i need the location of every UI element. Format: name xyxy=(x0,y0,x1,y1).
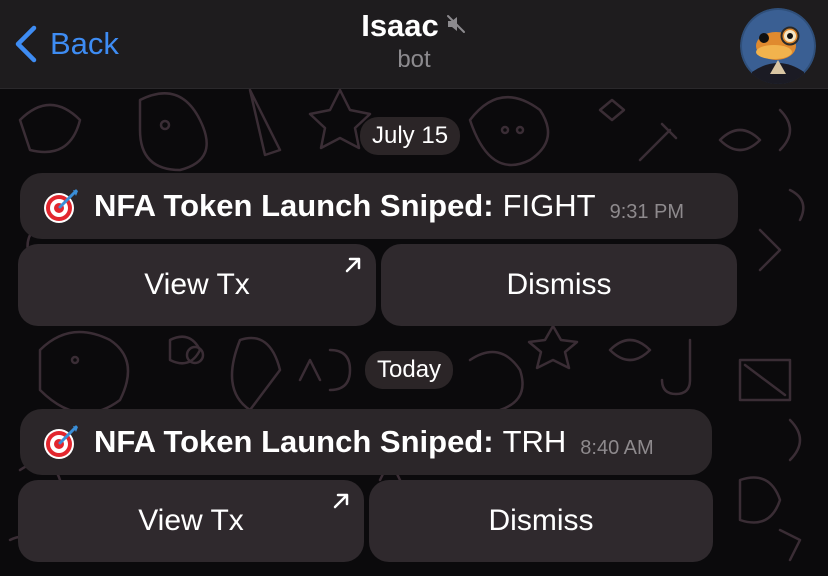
view-tx-button[interactable]: View Tx xyxy=(18,480,364,562)
dismiss-button[interactable]: Dismiss xyxy=(381,244,737,326)
dismiss-button[interactable]: Dismiss xyxy=(369,480,713,562)
message-title: NFA Token Launch Sniped: xyxy=(94,188,494,223)
view-tx-label: View Tx xyxy=(138,504,244,537)
message-time: 8:40 AM xyxy=(580,436,654,459)
view-tx-label: View Tx xyxy=(144,268,250,301)
message-time: 9:31 PM xyxy=(609,200,685,223)
dismiss-label: Dismiss xyxy=(506,268,612,301)
view-tx-button[interactable]: View Tx xyxy=(18,244,376,326)
chat-subtitle: bot xyxy=(397,46,431,73)
chat-title: Isaac xyxy=(361,8,439,43)
bot-avatar[interactable] xyxy=(740,8,816,84)
token-name: FIGHT xyxy=(502,188,596,223)
muted-speaker-icon xyxy=(445,13,467,40)
chat-header: Back Isaac bot xyxy=(0,0,828,89)
dismiss-label: Dismiss xyxy=(488,504,594,537)
date-separator: July 15 xyxy=(360,117,461,155)
external-link-arrow-icon xyxy=(333,493,349,509)
dart-target-icon xyxy=(44,189,78,223)
message-title: NFA Token Launch Sniped: xyxy=(94,424,494,459)
message-bubble: NFA Token Launch Sniped: FIGHT 9:31 PM xyxy=(20,173,738,239)
dart-target-icon xyxy=(44,425,78,459)
message-bubble: NFA Token Launch Sniped: TRH 8:40 AM xyxy=(20,409,712,475)
chat-title-block[interactable]: Isaac bot xyxy=(0,8,828,74)
date-separator: Today xyxy=(365,351,454,389)
external-link-arrow-icon xyxy=(345,257,361,273)
token-name: TRH xyxy=(502,424,567,459)
